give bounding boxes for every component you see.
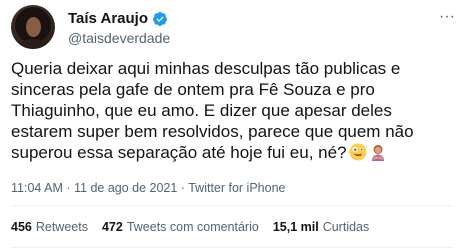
tweet-text-block: Queria deixar aqui minhas desculpas tão … <box>11 58 459 163</box>
more-options-icon[interactable]: ··· <box>436 9 458 26</box>
avatar-shoulders <box>17 39 49 49</box>
author-name-row[interactable]: Taís Araujo <box>68 10 168 28</box>
tweet-card: Taís Araujo @taisdeverdade ··· Queria de… <box>0 0 464 248</box>
quote-tweets-stat[interactable]: 472 Tweets com comentário <box>102 219 259 235</box>
retweets-stat[interactable]: 456 Retweets <box>11 219 88 235</box>
tweet-stats: 456 Retweets 472 Tweets com comentário 15,… <box>11 219 383 235</box>
verified-badge-icon <box>152 11 168 27</box>
avatar[interactable] <box>11 5 55 49</box>
likes-count: 15,1 mil <box>272 220 319 234</box>
likes-stat[interactable]: 15,1 mil Curtidas <box>273 219 369 235</box>
divider <box>11 205 453 206</box>
tweet-timestamp-source[interactable]: 11:04 AM · 11 de ago de 2021 · Twitter f… <box>11 180 285 196</box>
quote-tweets-label: Tweets com comentário <box>126 220 259 234</box>
zany-face-emoji <box>349 143 367 161</box>
woman-gesturing-no-emoji <box>369 143 387 161</box>
retweets-count: 456 <box>11 220 32 234</box>
retweets-label: Retweets <box>35 220 88 234</box>
author-display-name[interactable]: Taís Araujo <box>68 10 148 28</box>
quote-tweets-count: 472 <box>101 220 123 234</box>
avatar-face <box>26 17 41 37</box>
author-handle[interactable]: @taisdeverdade <box>68 30 170 47</box>
likes-label: Curtidas <box>322 220 370 234</box>
